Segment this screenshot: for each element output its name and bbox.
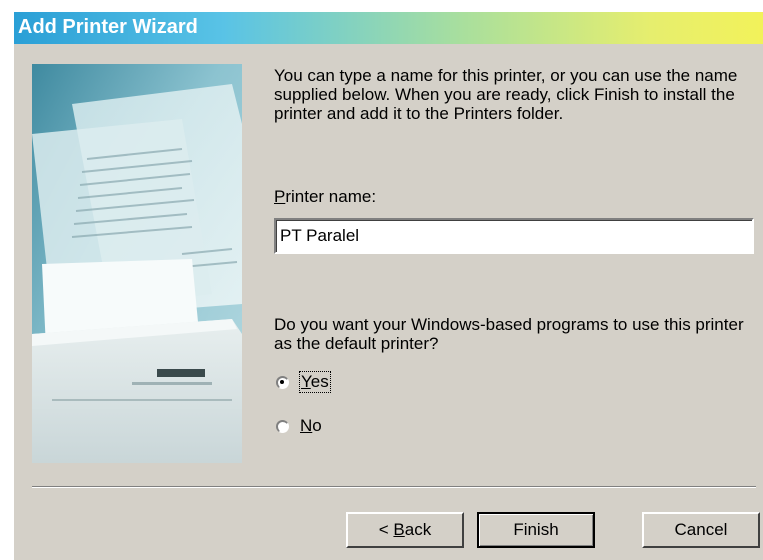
printer-illustration-icon (32, 64, 242, 463)
radio-no-indicator[interactable] (276, 419, 289, 433)
radio-selected-dot (280, 379, 284, 384)
radio-yes-indicator[interactable] (276, 375, 289, 389)
radio-yes-accelerator: Y (301, 372, 311, 391)
printer-name-label-text: rinter name: (285, 187, 377, 206)
printer-name-label-accelerator: P (274, 187, 286, 206)
back-button-text: ack (404, 520, 432, 539)
add-printer-wizard-dialog: Add Printer Wizard You can type a name f… (14, 12, 763, 560)
radio-yes[interactable]: Yes (276, 370, 331, 394)
back-button-accelerator: B (393, 520, 405, 539)
finish-button[interactable]: Finish (477, 512, 595, 548)
printer-name-input[interactable] (274, 218, 754, 254)
default-printer-question: Do you want your Windows-based programs … (274, 315, 744, 353)
back-button[interactable]: < Back (346, 512, 464, 548)
separator-line (32, 486, 756, 488)
cancel-button[interactable]: Cancel (642, 512, 760, 548)
window-title: Add Printer Wizard (18, 16, 198, 38)
radio-yes-label[interactable]: Yes (299, 371, 331, 393)
radio-no[interactable]: No (276, 414, 322, 438)
printer-name-label: Printer name: (274, 187, 376, 206)
radio-no-accelerator: N (300, 416, 313, 435)
radio-no-label[interactable]: No (300, 416, 322, 436)
title-bar[interactable]: Add Printer Wizard (14, 12, 763, 44)
radio-no-label-text: o (312, 416, 322, 435)
intro-text: You can type a name for this printer, or… (274, 66, 738, 123)
radio-yes-label-text: es (310, 372, 329, 391)
back-button-prefix: < (378, 520, 394, 539)
